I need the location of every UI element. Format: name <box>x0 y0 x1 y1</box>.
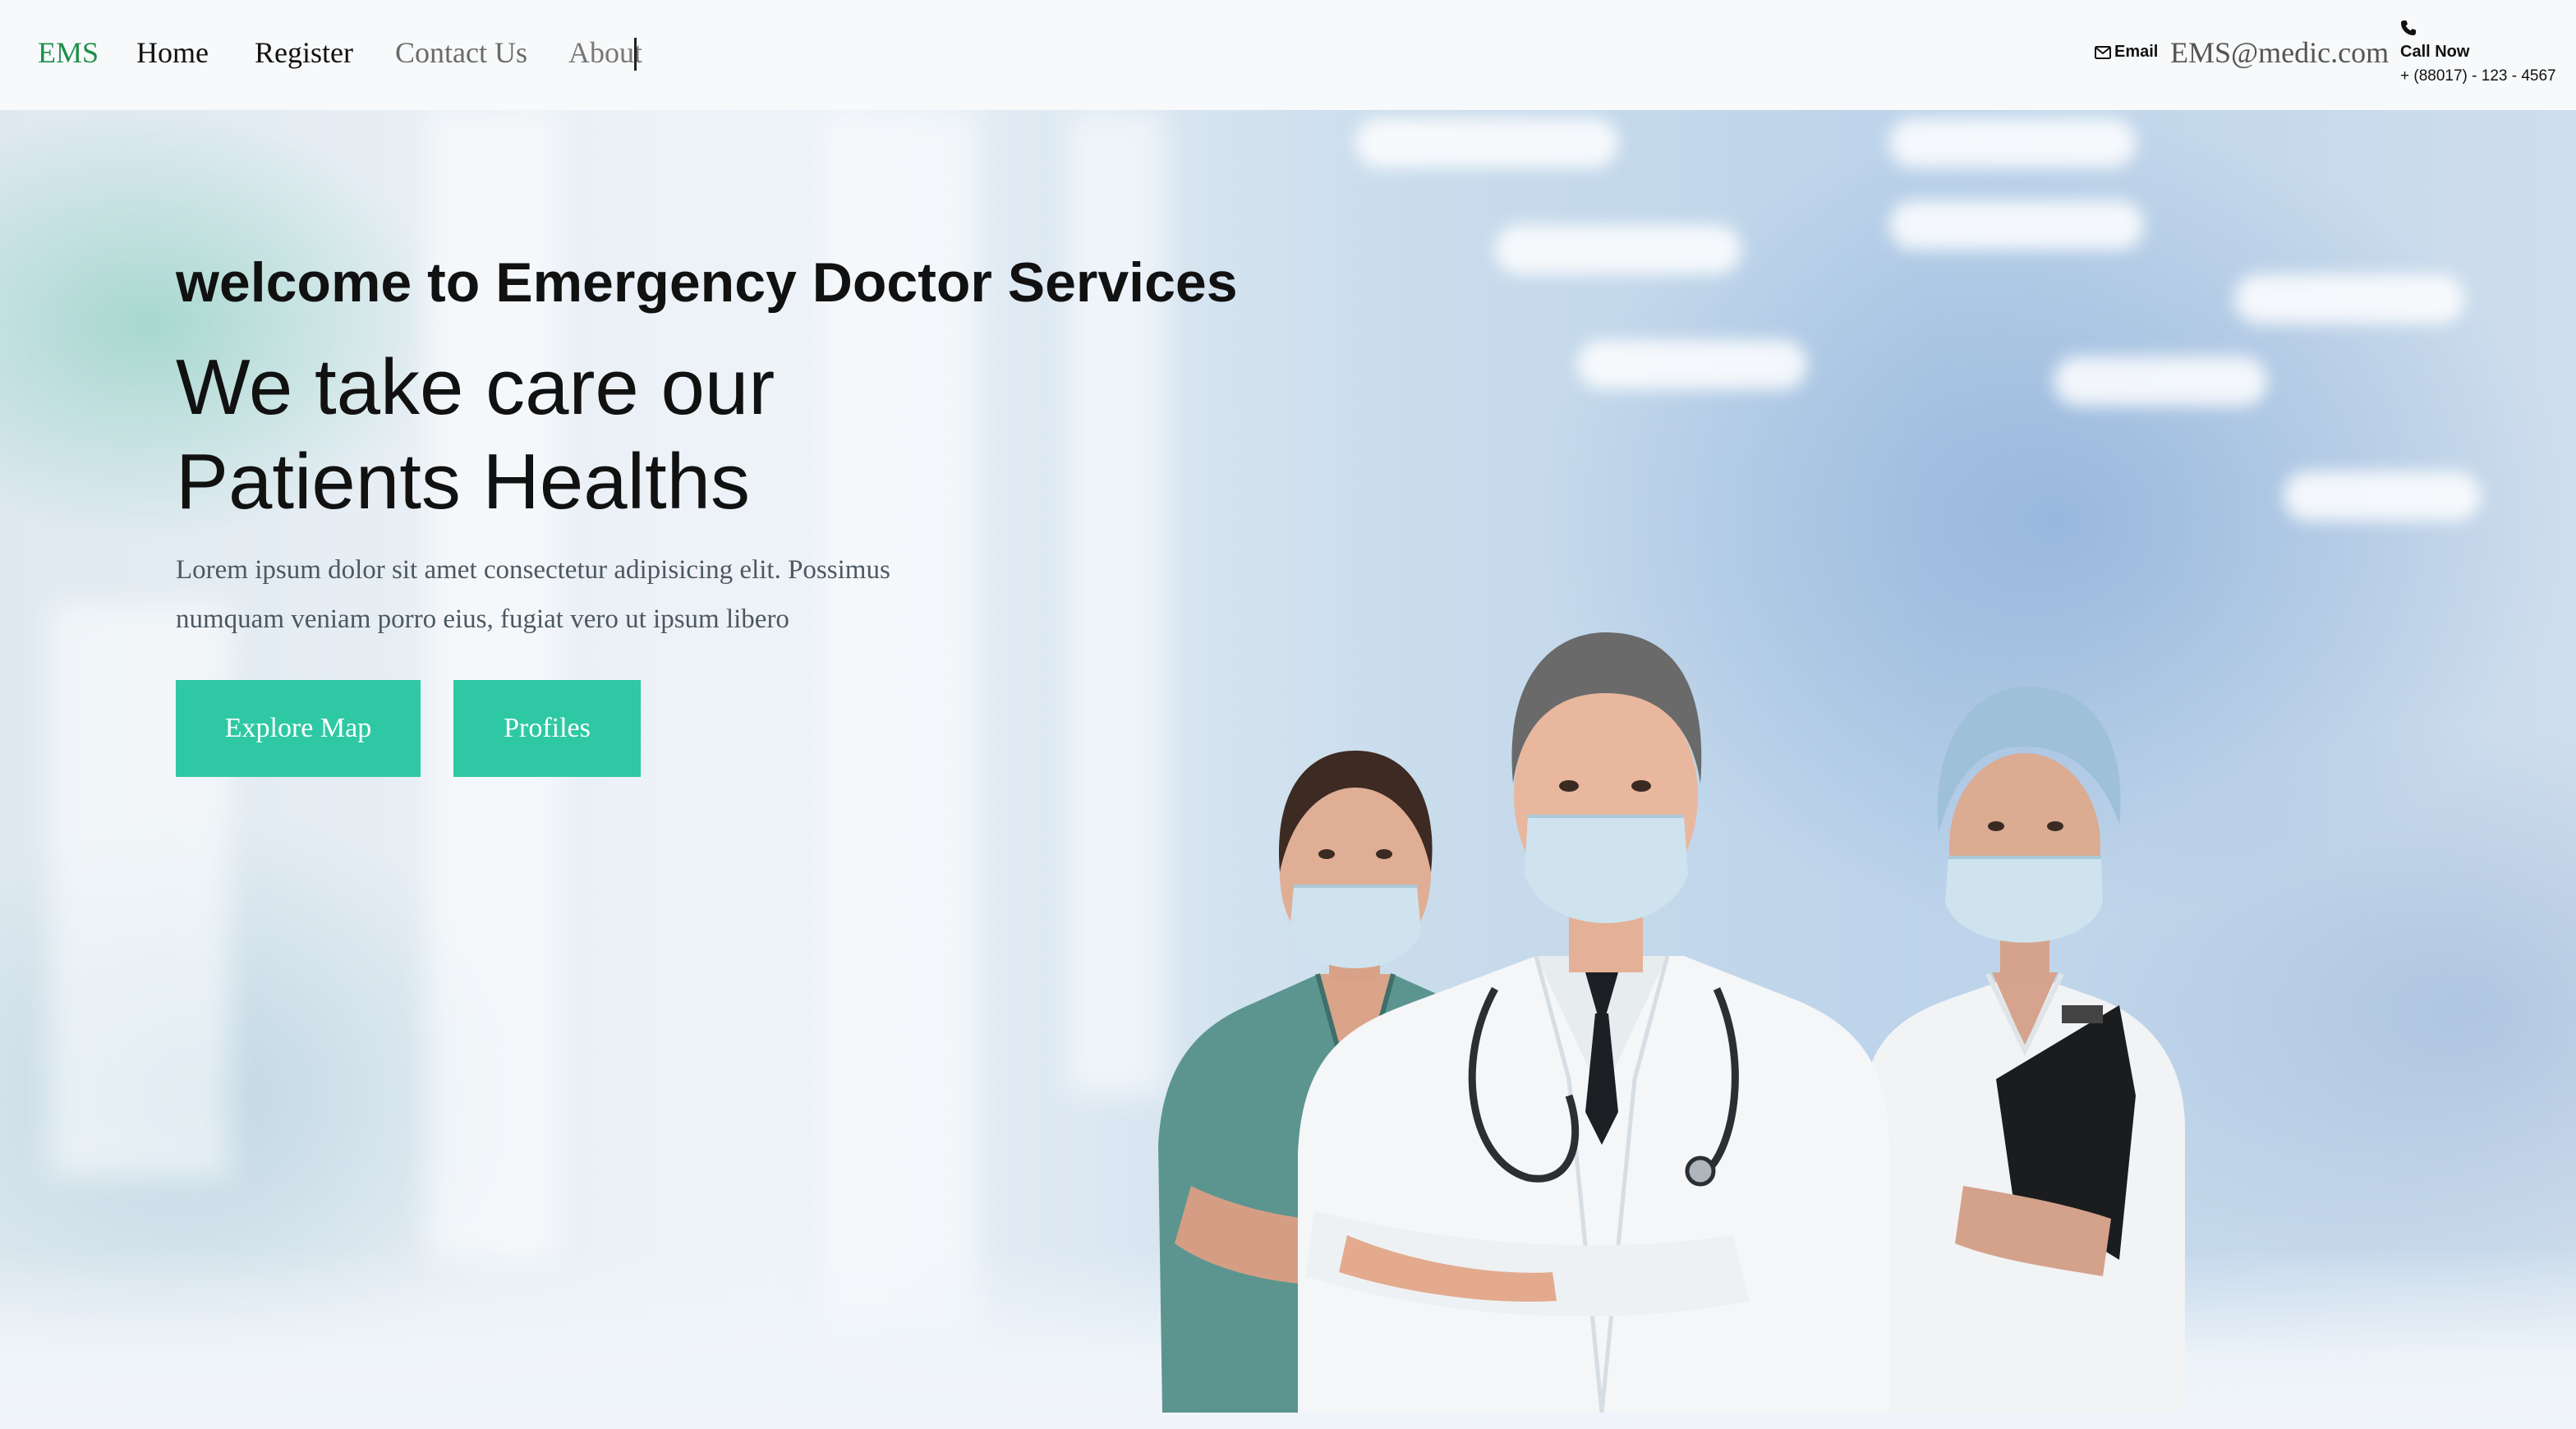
background-ceiling-light <box>2234 274 2464 324</box>
nav-link-home[interactable]: Home <box>136 33 209 72</box>
background-ceiling-light <box>2284 471 2481 521</box>
profiles-button[interactable]: Profiles <box>453 680 641 777</box>
hero-description: Lorem ipsum dolor sit amet consectetur a… <box>176 555 890 634</box>
hero-section: welcome to Emergency Doctor Services We … <box>0 110 2576 1429</box>
background-ceiling-light <box>1889 118 2136 168</box>
background-ceiling-light <box>2054 356 2267 406</box>
phone-number-link[interactable]: + (88017) - 123 - 4567 <box>2400 67 2556 85</box>
hero-title: We take care our Patients Healths <box>176 340 915 529</box>
background-ceiling-light <box>1889 200 2144 250</box>
hero-title-line-2: Patients Healths <box>176 438 751 526</box>
nav-link-contact-us[interactable]: Contact Us <box>395 33 527 72</box>
envelope-icon <box>2095 45 2111 59</box>
email-address-link[interactable]: EMS@medic.com <box>2170 33 2389 72</box>
background-ceiling-light <box>1495 225 1741 274</box>
call-now-label: Call Now <box>2400 43 2470 61</box>
doctor-center-figure <box>1298 632 1889 1413</box>
nurse-right-figure <box>1865 687 2185 1413</box>
text-cursor <box>634 38 637 71</box>
background-ceiling-light <box>1355 118 1618 168</box>
phone-icon <box>2401 21 2416 35</box>
nav-link-about[interactable]: About <box>568 33 642 72</box>
nav-link-register[interactable]: Register <box>255 33 353 72</box>
explore-map-button[interactable]: Explore Map <box>176 680 421 777</box>
email-label-group: Email <box>2095 43 2158 62</box>
background-ceiling-light <box>1577 340 1807 389</box>
navbar: EMS Home Register Contact Us About Email… <box>0 0 2576 110</box>
hero-subtitle: welcome to Emergency Doctor Services <box>176 251 1238 314</box>
email-label: Email <box>2114 43 2159 61</box>
doctors-team-image <box>1158 632 2185 1413</box>
brand-logo[interactable]: EMS <box>38 33 99 72</box>
hero-title-line-1: We take care our <box>176 343 775 431</box>
